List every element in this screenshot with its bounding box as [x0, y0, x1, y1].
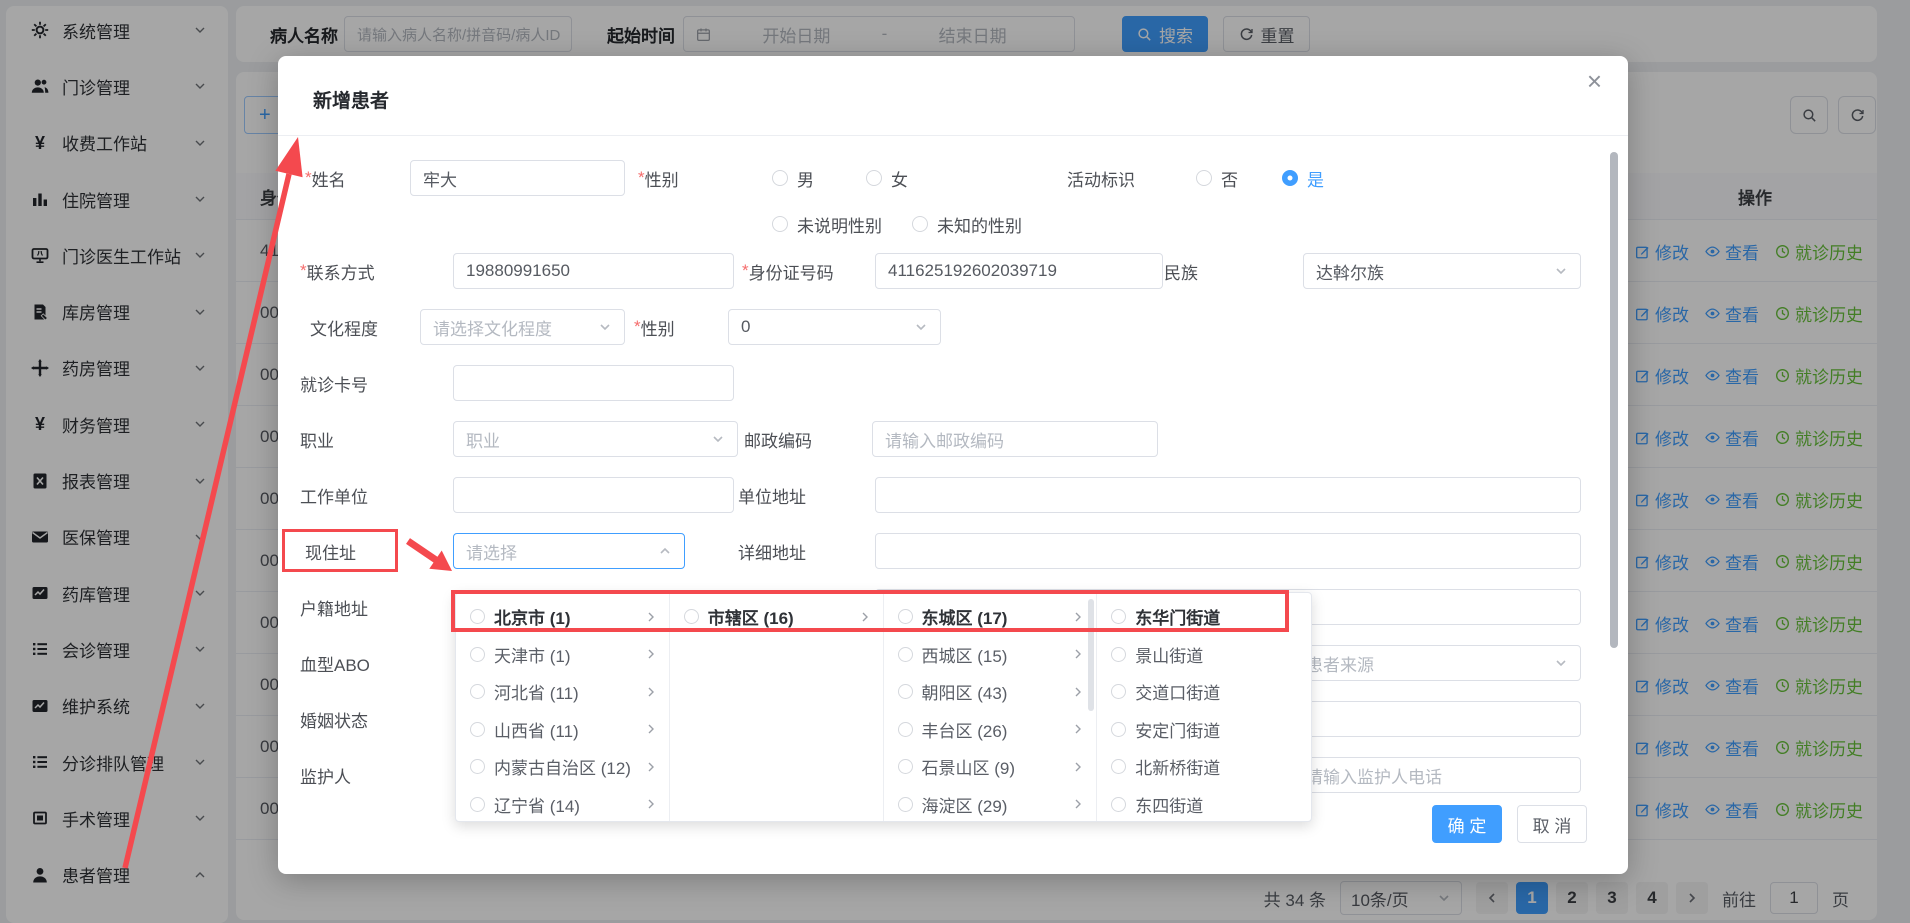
chevron-right-icon: [1072, 761, 1084, 773]
cascader-option[interactable]: 辽宁省 (14): [456, 786, 669, 824]
name-label: 姓名: [305, 160, 346, 196]
radio-gender-unknown[interactable]: 未知的性别: [912, 206, 1022, 242]
radio-active-no[interactable]: 否: [1196, 160, 1238, 196]
radio-circle-icon: [1111, 684, 1126, 699]
radio-female[interactable]: 女: [866, 160, 908, 196]
detail-address-input[interactable]: [875, 533, 1581, 569]
current-address-cascader-trigger[interactable]: 请选择: [453, 533, 685, 569]
chevron-up-icon: [658, 544, 672, 558]
guardian-phone-input[interactable]: 请输入监护人电话: [1293, 757, 1581, 793]
radio-circle-icon: [898, 797, 913, 812]
ethnicity-label: 民族: [1164, 253, 1198, 289]
radio-circle-icon: [898, 684, 913, 699]
gender-label: 性别: [638, 160, 679, 196]
chevron-right-icon: [645, 723, 657, 735]
radio-circle-icon: [470, 684, 485, 699]
cascader-option[interactable]: 北新桥街道: [1097, 748, 1311, 786]
radio-circle-icon: [470, 759, 485, 774]
cascader-option[interactable]: 朝阳区 (43): [884, 673, 1097, 711]
close-icon[interactable]: ×: [1587, 68, 1602, 94]
active-flag-label: 活动标识: [1067, 160, 1135, 196]
radio-circle-icon: [1111, 797, 1126, 812]
detail-address-label: 详细地址: [738, 533, 806, 569]
radio-circle-icon: [470, 647, 485, 662]
chevron-down-icon: [1554, 656, 1568, 670]
cascader-option[interactable]: 丰台区 (26): [884, 711, 1097, 749]
ethnicity-select[interactable]: 达斡尔族: [1303, 253, 1581, 289]
radio-circle-icon: [1111, 647, 1126, 662]
name-input[interactable]: 牢大: [410, 160, 625, 196]
cancel-button[interactable]: 取 消: [1517, 805, 1587, 843]
radio-active-yes[interactable]: 是: [1282, 160, 1324, 196]
cascader-option[interactable]: 东四街道: [1097, 786, 1311, 824]
work-unit-input[interactable]: [453, 477, 734, 513]
chevron-right-icon: [1072, 648, 1084, 660]
postal-code-label: 邮政编码: [744, 421, 812, 457]
radio-circle-icon: [898, 647, 913, 662]
modal-header-divider: [278, 135, 1628, 136]
chevron-right-icon: [1072, 798, 1084, 810]
cascader-option[interactable]: 河北省 (11): [456, 673, 669, 711]
marital-status-label: 婚姻状态: [300, 701, 368, 737]
chevron-right-icon: [645, 686, 657, 698]
radio-circle-icon: [470, 722, 485, 737]
modal-scrollbar[interactable]: [1610, 152, 1618, 648]
chevron-down-icon: [914, 320, 928, 334]
work-unit-label: 工作单位: [300, 477, 368, 513]
cascader-option[interactable]: 内蒙古自治区 (12): [456, 748, 669, 786]
cascader-option[interactable]: 海淀区 (29): [884, 786, 1097, 824]
cascader-option[interactable]: 天津市 (1): [456, 636, 669, 674]
radio-circle-icon: [898, 722, 913, 737]
chevron-right-icon: [1072, 686, 1084, 698]
chevron-right-icon: [645, 648, 657, 660]
cascader-option[interactable]: 交道口街道: [1097, 673, 1311, 711]
chevron-right-icon: [1072, 723, 1084, 735]
radio-gender-unstated[interactable]: 未说明性别: [772, 206, 882, 242]
radio-circle-icon: [1111, 759, 1126, 774]
annotation-box-current-address-label: [282, 529, 398, 572]
cascader-option[interactable]: 石景山区 (9): [884, 748, 1097, 786]
gender-select[interactable]: 0: [728, 309, 941, 345]
radio-circle-icon: [1111, 722, 1126, 737]
education-select[interactable]: 请选择文化程度: [420, 309, 625, 345]
contact-input[interactable]: 19880991650: [453, 253, 734, 289]
cascader-option[interactable]: 山西省 (11): [456, 711, 669, 749]
radio-circle-icon: [898, 759, 913, 774]
blood-type-label: 血型ABO: [300, 645, 370, 681]
postal-code-input[interactable]: 请输入邮政编码: [872, 421, 1158, 457]
radio-male[interactable]: 男: [772, 160, 814, 196]
guardian-label: 监护人: [300, 757, 351, 793]
chevron-down-icon: [598, 320, 612, 334]
education-label: 文化程度: [310, 309, 378, 345]
id-number-label: 身份证号码: [742, 253, 834, 289]
gender-select-label: 性别: [634, 309, 675, 345]
cascader-option[interactable]: 景山街道: [1097, 636, 1311, 674]
annotation-box-cascader-first-row: [451, 590, 1289, 632]
chevron-down-icon: [1554, 264, 1568, 278]
radio-circle-icon: [470, 797, 485, 812]
modal-title: 新增患者: [313, 86, 389, 113]
visit-card-label: 就诊卡号: [300, 365, 368, 401]
confirm-button[interactable]: 确 定: [1432, 805, 1502, 843]
chevron-right-icon: [645, 761, 657, 773]
unit-address-input[interactable]: [875, 477, 1581, 513]
cascader-option[interactable]: 安定门街道: [1097, 711, 1311, 749]
unit-address-label: 单位地址: [738, 477, 806, 513]
visit-card-input[interactable]: [453, 365, 734, 401]
contact-label: 联系方式: [300, 253, 375, 289]
id-number-input[interactable]: 411625192602039719: [875, 253, 1163, 289]
occupation-select[interactable]: 职业: [453, 421, 738, 457]
household-address-label: 户籍地址: [300, 589, 368, 625]
cascader-option[interactable]: 西城区 (15): [884, 636, 1097, 674]
chevron-down-icon: [711, 432, 725, 446]
occupation-label: 职业: [300, 421, 334, 457]
chevron-right-icon: [645, 798, 657, 810]
